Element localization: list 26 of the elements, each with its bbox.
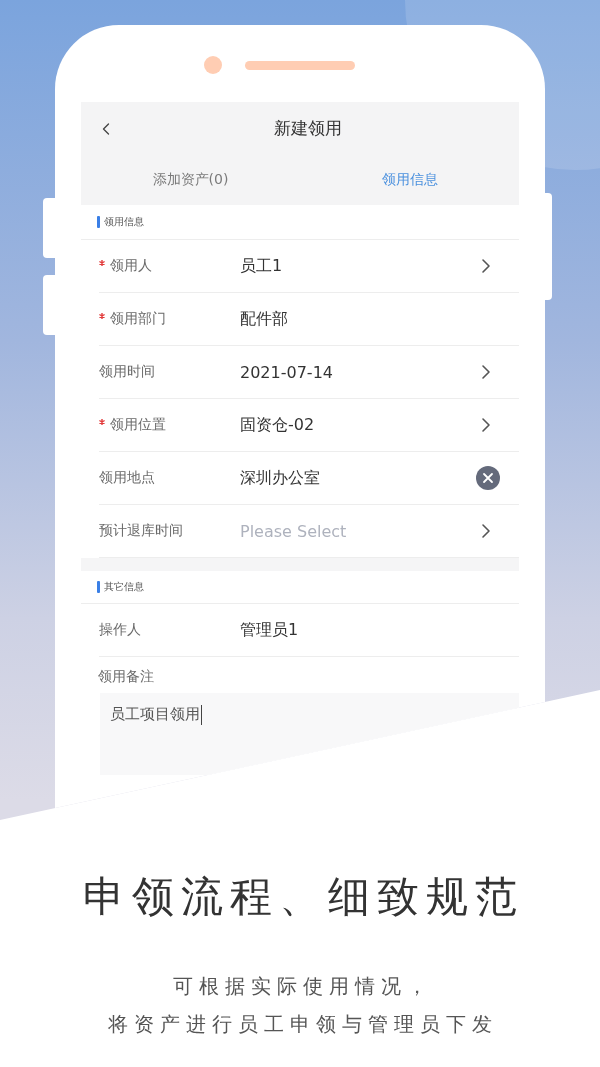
- camera-icon: [204, 56, 222, 74]
- field-label: 领用部门: [110, 310, 166, 328]
- input-field[interactable]: 深圳办公室: [240, 467, 476, 489]
- field-label: 操作人: [99, 621, 141, 639]
- section-bar-icon: [97, 581, 100, 593]
- field-label: 领用人: [110, 257, 152, 275]
- field-value: 配件部: [240, 308, 289, 330]
- clear-icon[interactable]: [476, 466, 500, 490]
- section-title: 其它信息: [104, 580, 144, 594]
- field-label: 预计退库时间: [99, 522, 183, 540]
- field-label: 领用地点: [99, 469, 155, 487]
- subtitle-line: 将资产进行员工申领与管理员下发: [107, 1011, 498, 1038]
- section-bar-icon: [97, 216, 100, 228]
- select-field[interactable]: 固资仓-02: [240, 414, 474, 436]
- field-label: 领用时间: [99, 363, 155, 381]
- page-title: 新建领用: [273, 117, 342, 140]
- speaker-icon: [245, 60, 355, 70]
- subtitle-line: 可根据实际使用情况，: [172, 973, 433, 1000]
- field-value: 管理员1: [240, 619, 300, 641]
- tab[interactable]: 添加资产(0): [81, 155, 300, 205]
- field-label: 领用位置: [110, 416, 166, 434]
- field-label: 领用备注: [98, 668, 154, 686]
- headline: 申领流程、细致规范: [82, 872, 524, 922]
- select-field[interactable]: 2021-07-14: [240, 362, 474, 382]
- section-title: 领用信息: [104, 215, 144, 229]
- select-field[interactable]: 员工1: [240, 255, 474, 277]
